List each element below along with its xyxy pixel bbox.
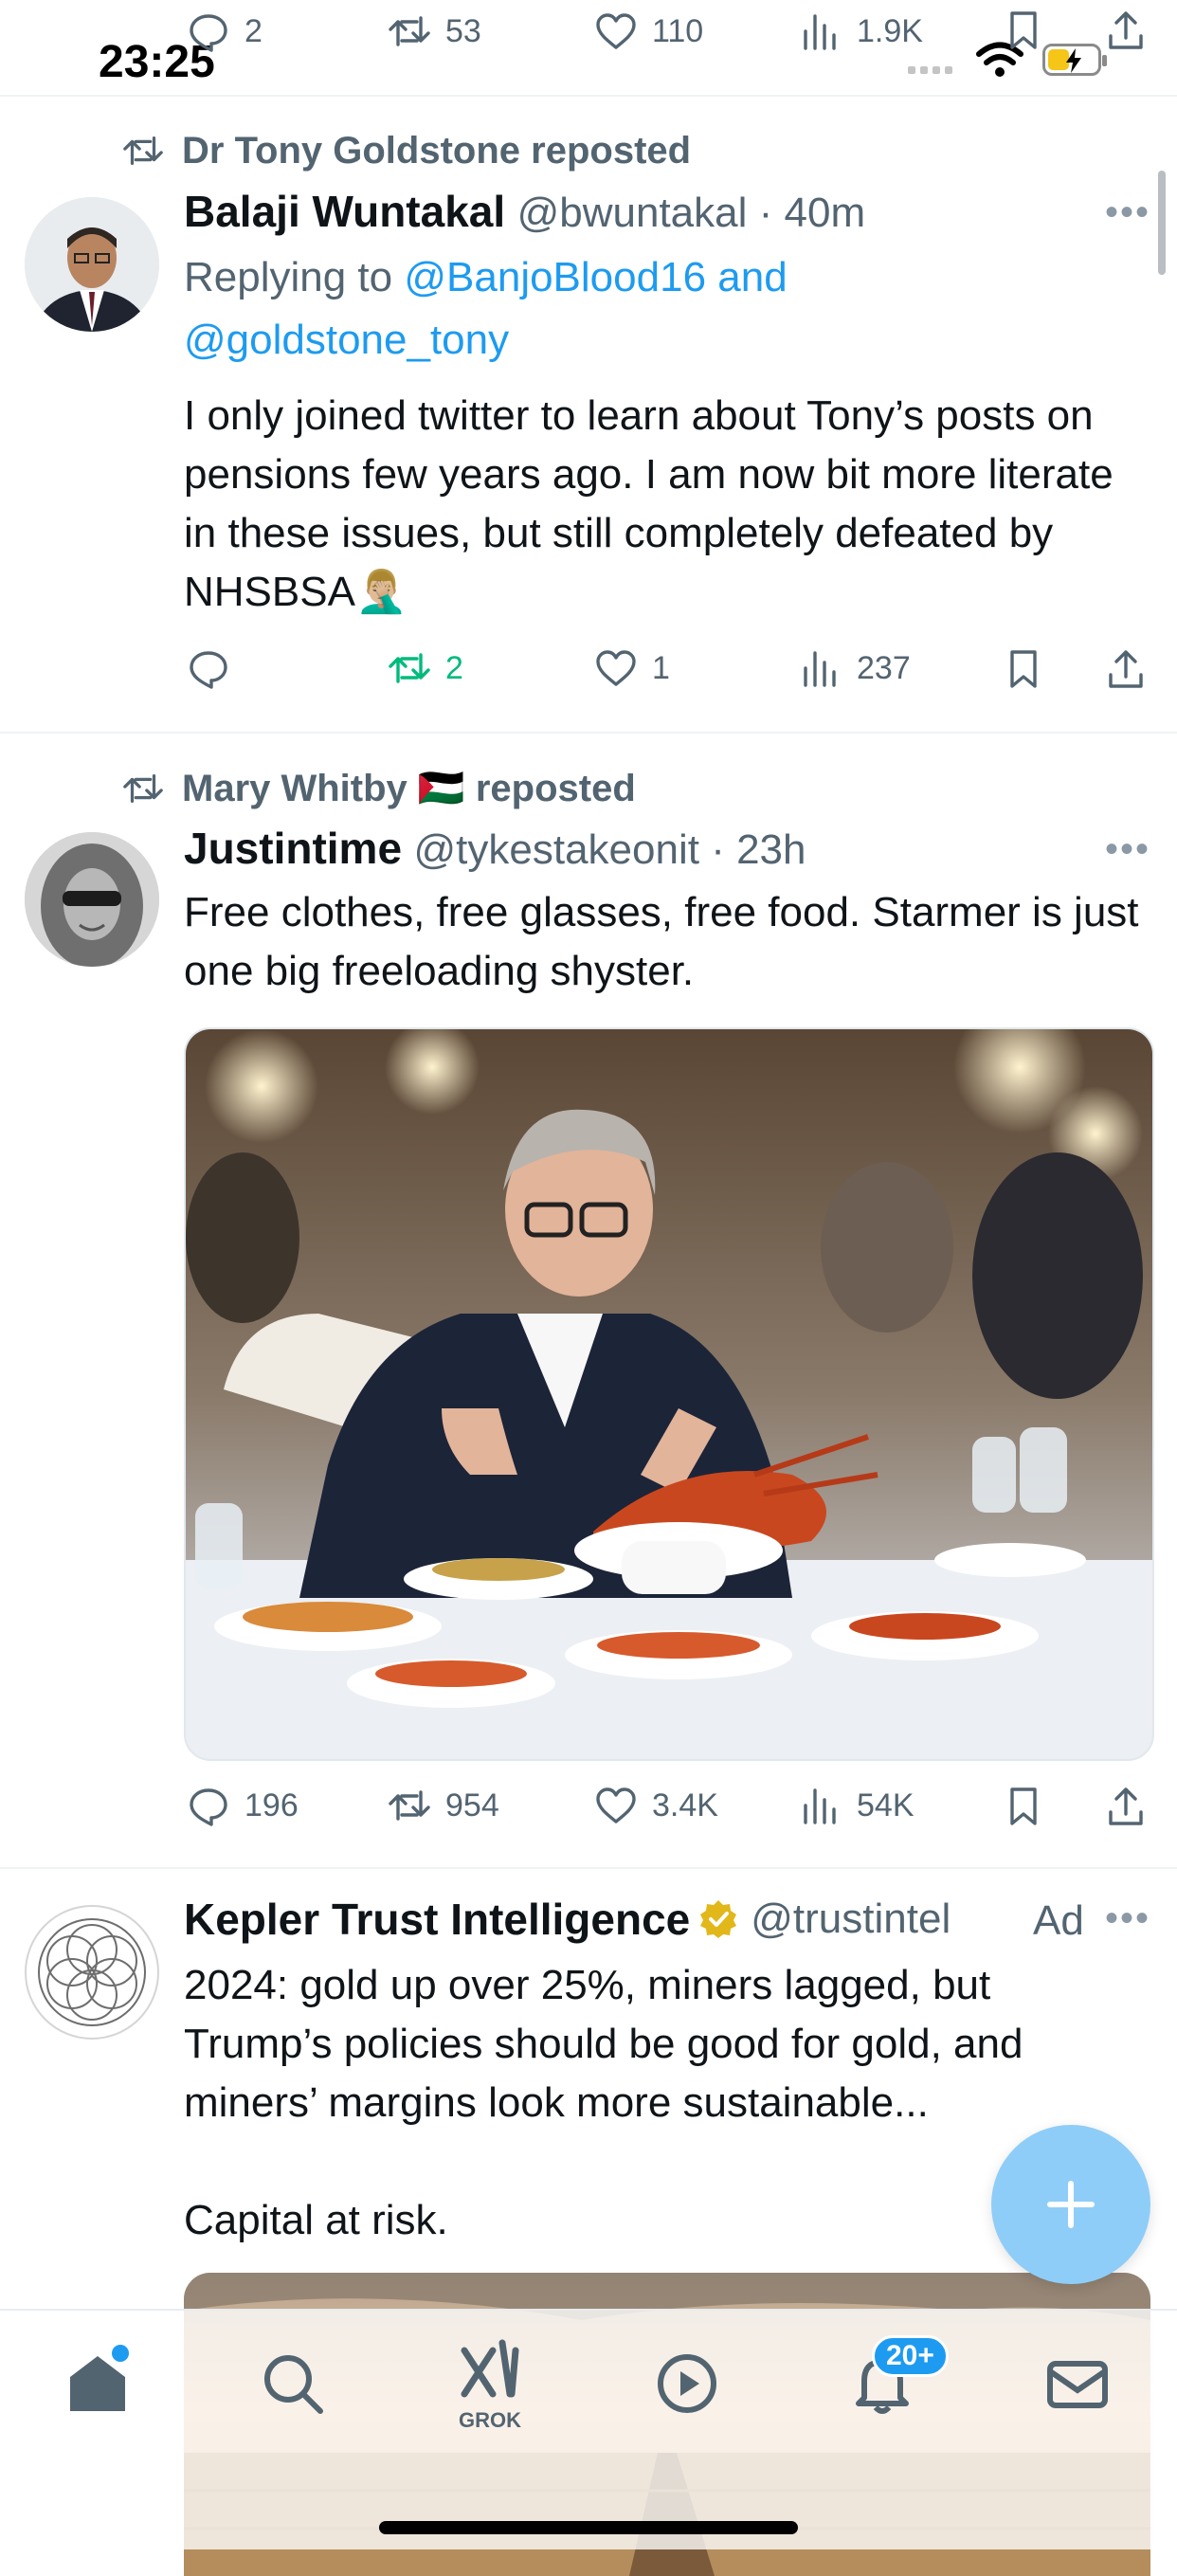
repost-button[interactable]: 954 [387,1782,499,1829]
previous-tweet-actions: 2 53 110 1.9K [0,0,1177,57]
like-button[interactable]: 1 [593,644,670,692]
repost-count: 954 [445,1787,499,1823]
bookmark-icon[interactable] [1001,8,1046,53]
share-icon[interactable] [1103,646,1149,692]
user-handle[interactable]: @trustintel [751,1896,951,1943]
user-handle[interactable]: @bwuntakal [517,190,748,236]
views-icon [804,14,836,50]
tab-home[interactable] [63,2345,133,2423]
avatar[interactable] [25,832,159,967]
share-icon[interactable] [1103,8,1149,53]
more-options-icon[interactable]: ••• [1105,828,1150,871]
scroll-indicator[interactable] [1158,171,1166,275]
plus-icon [1047,2181,1095,2228]
reply-icon [190,14,227,52]
like-count: 3.4K [652,1787,718,1823]
repost-attribution: Mary Whitby 🇵🇸 reposted [121,766,636,810]
verified-badge-icon [700,1900,737,1938]
reply-count: 196 [244,1787,299,1823]
reply-button[interactable]: 196 [186,1782,299,1829]
views-button[interactable]: 54K [798,1782,914,1829]
new-posts-dot [112,2345,129,2362]
repost-count: 2 [445,649,463,686]
tweet-image[interactable] [184,1027,1154,1761]
repost-button[interactable]: 53 [387,8,481,55]
reply-button[interactable] [186,644,244,692]
like-count: 110 [652,12,704,49]
cellular-signal-icon [908,66,952,74]
tweet-header: Justintime @tykestakeonit · 23h [184,824,806,873]
tweet-header: Balaji Wuntakal @bwuntakal · 40m [184,187,866,236]
repost-icon [389,16,430,46]
tweet[interactable]: Dr Tony Goldstone reposted Balaji Wuntak… [0,97,1177,732]
repost-attribution: Dr Tony Goldstone reposted [121,129,691,172]
tab-notifications[interactable]: 20+ [847,2335,949,2423]
repost-icon [123,773,163,803]
grok-icon [461,2339,519,2398]
like-button[interactable]: 110 [593,8,703,55]
display-name[interactable]: Justintime [184,824,402,873]
repost-attribution-text: Dr Tony Goldstone reposted [182,129,692,172]
mail-icon [1047,2361,1108,2408]
ad-label: Ad [1033,1897,1084,1944]
tab-grok[interactable]: GROK [451,2337,529,2433]
display-name[interactable]: Kepler Trust Intelligence [184,1894,690,1945]
avatar[interactable] [25,197,159,332]
tab-search[interactable] [258,2349,328,2423]
repost-count: 53 [445,12,481,49]
repost-icon [389,1790,430,1821]
heart-icon [596,650,636,686]
search-icon [264,2355,323,2414]
reply-button[interactable]: 2 [186,8,263,55]
notifications-badge: 20+ [872,2335,949,2377]
tweet-time[interactable]: 40m [785,190,866,236]
bookmark-icon[interactable] [1001,646,1046,692]
more-options-icon[interactable]: ••• [1105,1897,1150,1940]
heart-icon [596,13,636,49]
play-icon [658,2354,716,2413]
views-count: 1.9K [857,12,923,49]
share-icon[interactable] [1103,1784,1149,1829]
reply-count: 2 [244,12,263,49]
views-icon [804,651,836,687]
like-button[interactable]: 3.4K [593,1782,718,1829]
repost-button[interactable]: 2 [387,644,463,692]
views-icon [804,1788,836,1824]
tab-video[interactable] [652,2349,722,2423]
more-options-icon[interactable]: ••• [1105,191,1150,234]
home-indicator [379,2521,798,2534]
display-name[interactable]: Balaji Wuntakal [184,187,505,236]
mention-link[interactable]: @goldstone_tony [184,317,509,363]
views-button[interactable]: 1.9K [798,8,923,55]
tweet[interactable]: Mary Whitby 🇵🇸 reposted Justintime @tyke… [0,734,1177,1867]
repost-icon [389,653,430,683]
views-button[interactable]: 237 [798,644,911,692]
tab-messages[interactable] [1042,2349,1113,2423]
tweet-time[interactable]: 23h [736,826,806,873]
replying-to: Replying to @BanjoBlood16 and @goldstone… [184,254,788,363]
bookmark-icon[interactable] [1001,1784,1046,1829]
mention-link[interactable]: @BanjoBlood16 and [404,254,787,300]
tweet-text: I only joined twitter to learn about Ton… [184,392,1114,615]
user-handle[interactable]: @tykestakeonit [414,826,699,873]
views-count: 54K [857,1787,914,1823]
reply-icon [190,1788,227,1826]
views-count: 237 [857,649,911,686]
grok-label: GROK [459,2408,521,2432]
tweet-text: Free clothes, free glasses, free food. S… [184,889,1139,994]
like-count: 1 [652,649,670,686]
tweet-text: 2024: gold up over 25%, miners lagged, b… [184,1962,1023,2126]
repost-attribution-text: Mary Whitby 🇵🇸 reposted [182,768,636,809]
compose-button[interactable] [991,2125,1150,2284]
avatar[interactable] [25,1905,159,2040]
heart-icon [596,1787,636,1823]
reply-icon [190,651,227,689]
bottom-tab-bar: GROK 20+ [0,2309,1177,2549]
repost-icon [123,136,163,166]
tweet-header: Kepler Trust Intelligence @trustintel [184,1894,951,1945]
